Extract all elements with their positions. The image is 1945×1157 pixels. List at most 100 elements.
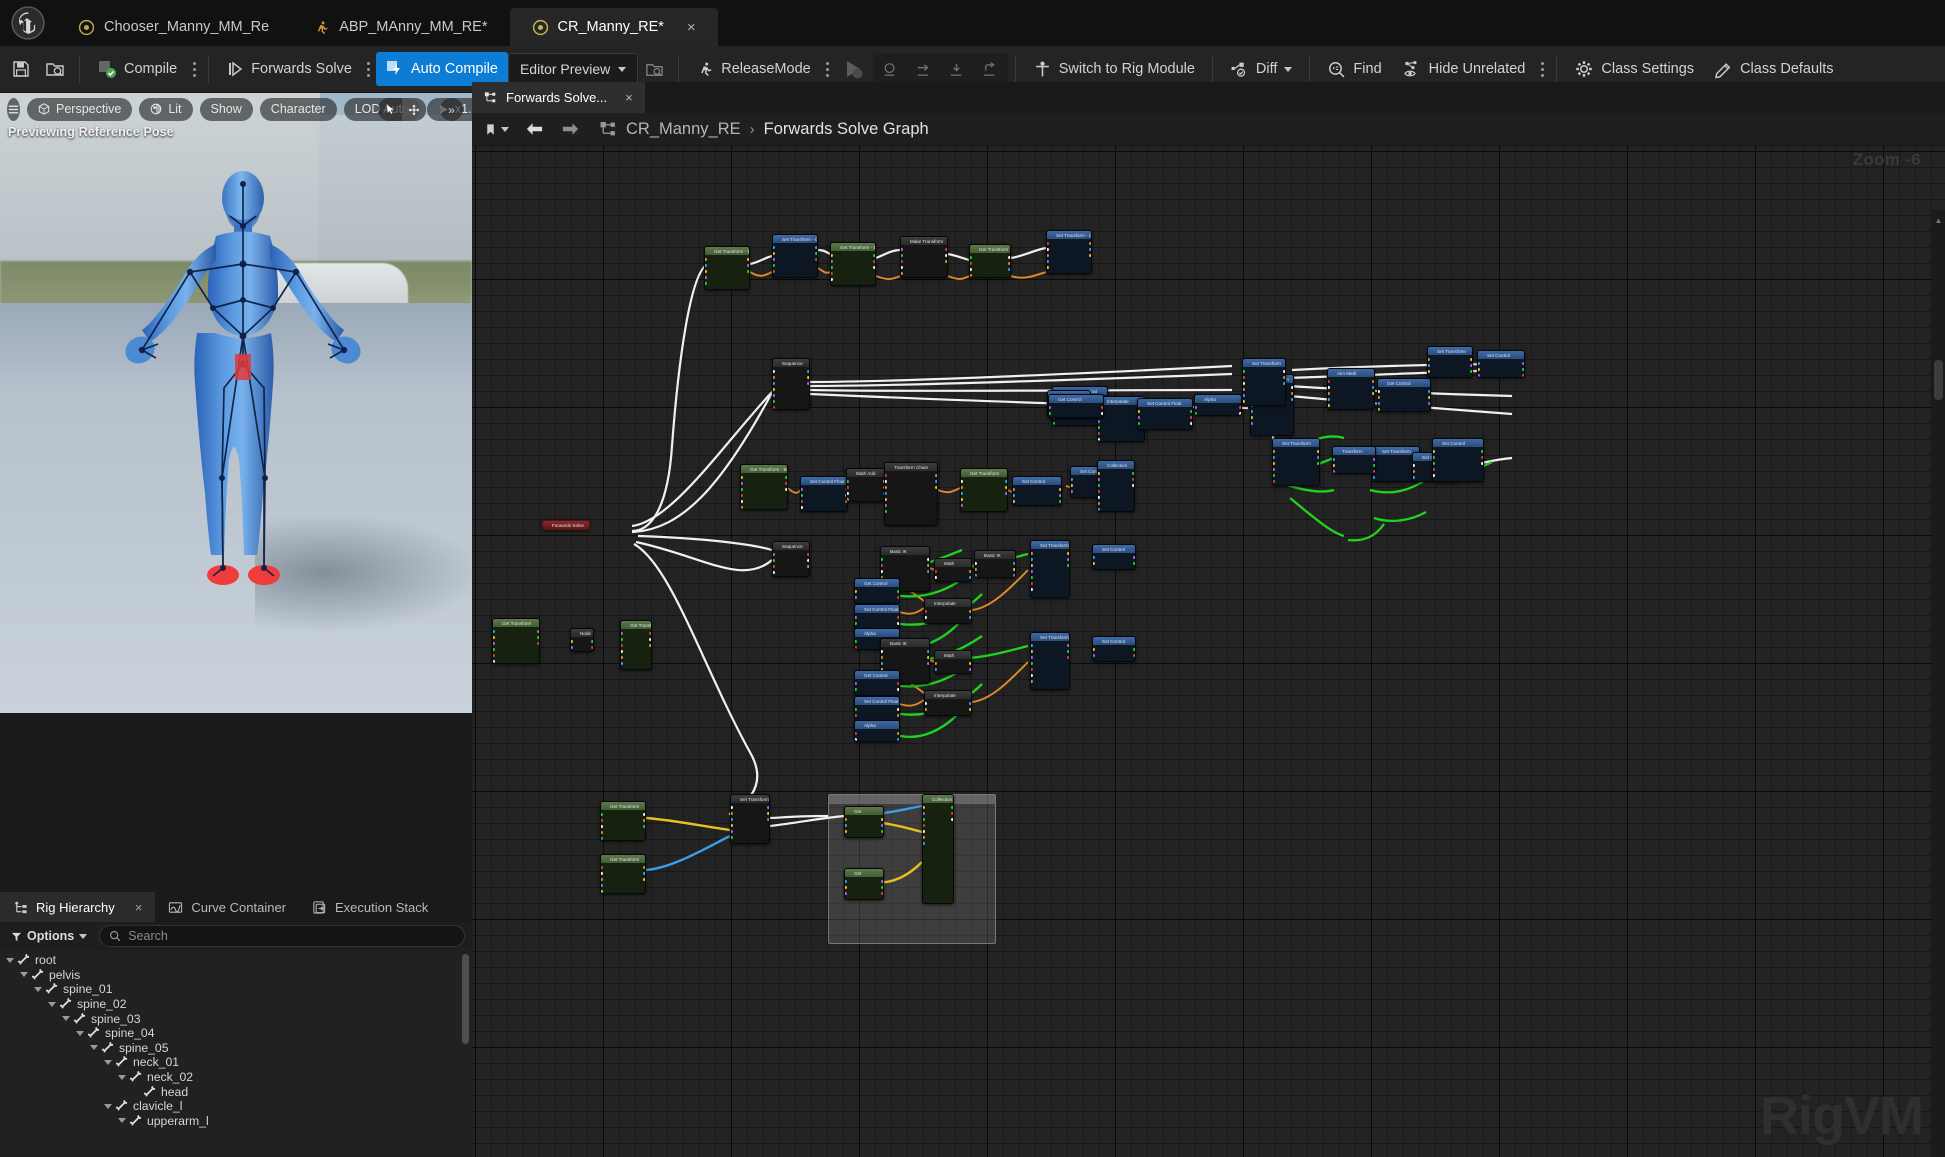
node-output-pin[interactable] [1522, 368, 1524, 371]
graph-node-n40[interactable]: Set Control Float [854, 696, 900, 722]
forwards-solve-kebab[interactable] [363, 61, 375, 77]
node-output-pin[interactable] [807, 565, 809, 568]
node-output-pin[interactable] [1291, 398, 1293, 401]
graph-node-n14[interactable]: Get Control [1377, 378, 1431, 412]
node-input-pin[interactable] [571, 646, 573, 649]
node-output-pin[interactable] [945, 260, 947, 263]
node-input-pin[interactable] [773, 394, 775, 397]
hierarchy-item-spine_01[interactable]: spine_01 [0, 982, 472, 997]
node-output-pin[interactable] [945, 254, 947, 257]
node-input-pin[interactable] [961, 480, 963, 483]
node-input-pin[interactable] [923, 806, 925, 809]
node-input-pin[interactable] [601, 866, 603, 869]
graph-node-n50[interactable]: Get [844, 806, 884, 838]
node-output-pin[interactable] [1008, 262, 1010, 265]
preview-viewport[interactable]: Perspective Lit Show Character LOD Auto … [0, 93, 472, 713]
node-output-pin[interactable] [643, 872, 645, 875]
expand-arrow-icon[interactable] [104, 1102, 113, 1111]
close-icon[interactable]: × [687, 19, 696, 36]
node-input-pin[interactable] [1433, 468, 1435, 471]
node-input-pin[interactable] [885, 486, 887, 489]
node-input-pin[interactable] [885, 480, 887, 483]
node-output-pin[interactable] [747, 258, 749, 261]
node-input-pin[interactable] [731, 812, 733, 815]
node-graph-canvas[interactable]: Zoom -6 RigVM Forwards Solve Get Transfo… [472, 146, 1945, 1157]
node-output-pin[interactable] [1013, 568, 1015, 571]
node-output-pin[interactable] [1008, 256, 1010, 259]
search-step-button[interactable] [875, 55, 907, 83]
node-output-pin[interactable] [1470, 370, 1472, 373]
node-output-pin[interactable] [767, 812, 769, 815]
tab-execution-stack[interactable]: Execution Stack [299, 892, 441, 922]
expand-arrow-icon[interactable] [104, 1058, 113, 1067]
viewport-menu-button[interactable] [7, 97, 20, 121]
node-output-pin[interactable] [1190, 416, 1192, 419]
node-input-pin[interactable] [1071, 478, 1073, 481]
node-input-pin[interactable] [1071, 484, 1073, 487]
node-output-pin[interactable] [951, 818, 953, 821]
graph-node-n44[interactable]: Get Transform [492, 618, 540, 664]
graph-node-n28[interactable]: Basic IK [974, 550, 1016, 578]
node-input-pin[interactable] [601, 819, 603, 822]
node-output-pin[interactable] [873, 254, 875, 257]
compile-options-kebab[interactable] [188, 61, 200, 77]
node-input-pin[interactable] [1413, 464, 1415, 467]
node-output-pin[interactable] [1005, 480, 1007, 483]
node-input-pin[interactable] [1031, 588, 1033, 591]
node-input-pin[interactable] [845, 892, 847, 895]
graph-node-n52[interactable]: Collection [922, 794, 954, 904]
node-output-pin[interactable] [935, 486, 937, 489]
node-input-pin[interactable] [855, 714, 857, 717]
node-input-pin[interactable] [935, 576, 937, 579]
node-output-pin[interactable] [927, 656, 929, 659]
node-output-pin[interactable] [897, 682, 899, 685]
node-input-pin[interactable] [845, 880, 847, 883]
graph-node-n38[interactable]: Set Control [1092, 636, 1136, 662]
preview-mode-select[interactable]: Editor Preview [507, 53, 639, 85]
node-output-pin[interactable] [1132, 472, 1134, 475]
node-input-pin[interactable] [831, 260, 833, 263]
graph-node-n36[interactable]: Math [934, 650, 972, 674]
node-input-pin[interactable] [1328, 380, 1330, 383]
node-output-pin[interactable] [881, 824, 883, 827]
node-input-pin[interactable] [923, 824, 925, 827]
node-output-pin[interactable] [807, 376, 809, 379]
node-output-pin[interactable] [969, 668, 971, 671]
node-input-pin[interactable] [855, 596, 857, 599]
node-input-pin[interactable] [1243, 394, 1245, 397]
node-input-pin[interactable] [1328, 398, 1330, 401]
node-output-pin[interactable] [1373, 458, 1375, 461]
graph-node-n51[interactable]: Get [844, 868, 884, 900]
step-over-button[interactable] [908, 55, 940, 83]
node-output-pin[interactable] [1317, 450, 1319, 453]
graph-node-n29[interactable]: Set Transform [1030, 540, 1070, 598]
node-input-pin[interactable] [935, 570, 937, 573]
node-output-pin[interactable] [897, 688, 899, 691]
node-output-pin[interactable] [537, 636, 539, 639]
node-output-pin[interactable] [1101, 406, 1103, 409]
node-input-pin[interactable] [1031, 558, 1033, 561]
node-output-pin[interactable] [537, 630, 539, 633]
node-input-pin[interactable] [773, 270, 775, 273]
node-input-pin[interactable] [831, 254, 833, 257]
node-input-pin[interactable] [493, 636, 495, 639]
node-input-pin[interactable] [925, 610, 927, 613]
node-input-pin[interactable] [855, 616, 857, 619]
node-input-pin[interactable] [1273, 468, 1275, 471]
close-icon[interactable]: × [135, 900, 143, 915]
node-input-pin[interactable] [1428, 358, 1430, 361]
graph-node-n2[interactable]: Set Transform - Control [772, 234, 818, 278]
class-defaults-button[interactable]: Class Defaults [1704, 52, 1843, 86]
node-input-pin[interactable] [923, 842, 925, 845]
move-tool-button[interactable] [402, 98, 426, 121]
node-input-pin[interactable] [855, 732, 857, 735]
navigate-forward-button[interactable] [554, 116, 587, 142]
hierarchy-item-spine_05[interactable]: spine_05 [0, 1041, 472, 1056]
graph-node-n18[interactable]: Set Control Float [800, 476, 848, 512]
viewport-overflow-button[interactable]: » [440, 98, 463, 121]
node-input-pin[interactable] [1093, 648, 1095, 651]
graph-vertical-scrollbar[interactable]: ▲ ▼ [1932, 210, 1945, 1157]
node-input-pin[interactable] [901, 272, 903, 275]
hierarchy-item-neck_02[interactable]: neck_02 [0, 1070, 472, 1085]
graph-node-n41[interactable]: Alpha [854, 720, 900, 742]
